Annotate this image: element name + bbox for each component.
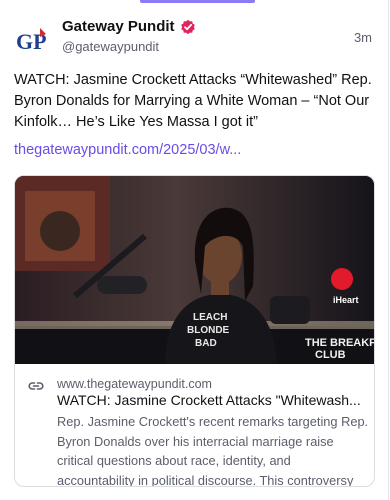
verified-badge-icon — [180, 19, 195, 34]
svg-text:CLUB: CLUB — [315, 349, 346, 361]
card-title[interactable]: WATCH: Jasmine Crockett Attacks "Whitewa… — [57, 392, 365, 408]
svg-text:iHeart: iHeart — [333, 295, 359, 305]
link-preview-card[interactable]: LEACH BLONDE BAD iHeart THE BREAKFAST CL… — [14, 175, 375, 487]
post-timestamp[interactable]: 3m — [354, 30, 372, 45]
author-name[interactable]: Gateway Pundit — [62, 18, 175, 35]
svg-text:BLONDE: BLONDE — [187, 325, 230, 336]
author-row: Gateway Pundit — [62, 18, 196, 35]
top-accent-bar — [140, 0, 255, 3]
card-description: Rep. Jasmine Crockett's recent remarks t… — [57, 414, 369, 487]
gateway-pundit-logo-icon: GP — [16, 28, 47, 54]
card-image: LEACH BLONDE BAD iHeart THE BREAKFAST CL… — [15, 176, 375, 364]
link-icon — [28, 382, 44, 390]
post-link[interactable]: thegatewaypundit.com/2025/03/w... — [14, 142, 241, 158]
svg-text:LEACH: LEACH — [193, 312, 227, 323]
post-text: WATCH: Jasmine Crockett Attacks “Whitewa… — [14, 72, 372, 130]
svg-text:THE BREAKFAST: THE BREAKFAST — [305, 337, 375, 349]
post-card[interactable]: GP Gateway Pundit @gatewaypundit 3m WATC… — [0, 0, 389, 500]
avatar[interactable]: GP — [14, 22, 52, 60]
card-image-illustration: LEACH BLONDE BAD iHeart THE BREAKFAST CL… — [15, 176, 375, 364]
card-domain: www.thegatewaypundit.com — [57, 377, 212, 391]
author-handle[interactable]: @gatewaypundit — [62, 39, 159, 54]
svg-text:BAD: BAD — [195, 338, 217, 349]
